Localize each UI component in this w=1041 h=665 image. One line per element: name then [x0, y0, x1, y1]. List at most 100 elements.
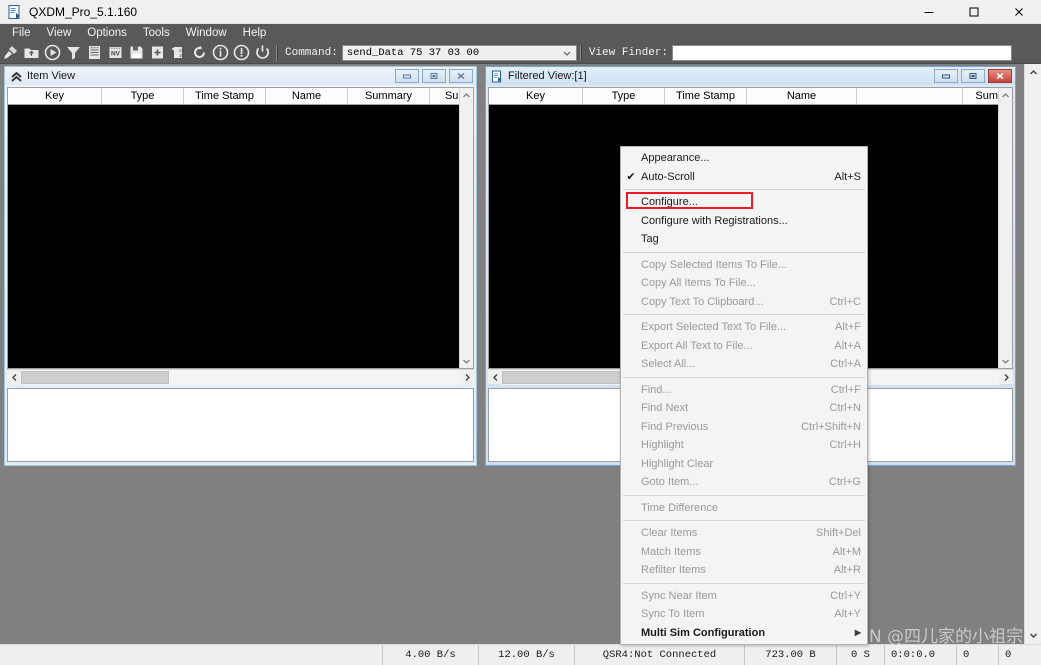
ctx-copy-all-items-to-file-label: Copy All Items To File...	[641, 277, 756, 290]
filtered-view-titlebar[interactable]: Filtered View:[1]	[486, 67, 1015, 85]
minimize-button[interactable]	[906, 0, 951, 24]
load-folder-icon[interactable]	[21, 43, 42, 63]
ctx-copy-text-to-clipboard-accel: Ctrl+C	[829, 295, 861, 308]
main-toolbar: NV 21 10 Command: send_Data 75 37 03 00 …	[0, 42, 1041, 64]
mdi-scroll-down-icon[interactable]	[1025, 627, 1041, 644]
menu-view[interactable]: View	[39, 25, 80, 41]
column-header-subtitle[interactable]: Subl	[430, 88, 459, 104]
add-item-icon[interactable]	[147, 43, 168, 63]
scroll-up-icon[interactable]	[999, 88, 1012, 102]
ctx-export-selected-text-to-file-label: Export Selected Text To File...	[641, 321, 787, 334]
item-view-minimize-button[interactable]	[395, 69, 419, 83]
scroll-down-icon[interactable]	[999, 354, 1012, 368]
ctx-goto-item-label: Goto Item...	[641, 476, 699, 489]
window-titlebar: QXDM_Pro_5.1.160	[0, 0, 1041, 24]
item-view-restore-button[interactable]	[422, 69, 446, 83]
filtered-view-minimize-button[interactable]	[934, 69, 958, 83]
mdi-client-area: Item View Key Type Time Stamp Name Summa…	[0, 64, 1041, 644]
alert-icon[interactable]	[231, 43, 252, 63]
item-list-icon[interactable]	[84, 43, 105, 63]
scroll-right-icon[interactable]	[460, 370, 474, 385]
column-header-time-stamp[interactable]: Time Stamp	[184, 88, 266, 104]
refresh-icon[interactable]	[189, 43, 210, 63]
item-view-rows-area[interactable]	[8, 105, 459, 368]
chevron-down-icon[interactable]	[559, 46, 575, 60]
item-view-window[interactable]: Item View Key Type Time Stamp Name Summa…	[4, 66, 477, 466]
item-view-vscroll-track[interactable]	[460, 102, 473, 354]
ctx-separator-2	[623, 251, 865, 253]
scroll-left-icon[interactable]	[488, 370, 502, 385]
ctx-refilter-items: Refilter Items Alt+R	[621, 561, 867, 580]
ctx-auto-scroll[interactable]: ✔ Auto-Scroll Alt+S	[621, 168, 867, 187]
mdi-scroll-up-icon[interactable]	[1025, 64, 1041, 81]
view-finder-input[interactable]	[672, 44, 1013, 61]
column-header-summary[interactable]: Sum	[963, 88, 998, 104]
mdi-vertical-scrollbar[interactable]	[1024, 64, 1041, 644]
toolbar-separator-2	[579, 44, 582, 61]
filtered-view-close-button[interactable]	[988, 69, 1012, 83]
item-view-detail-pane[interactable]	[7, 388, 474, 462]
column-header-key[interactable]: Key	[489, 88, 583, 104]
item-view-horizontal-scrollbar[interactable]	[7, 369, 474, 385]
filtered-view-window-buttons	[934, 69, 1013, 83]
save-floppy-icon[interactable]	[126, 43, 147, 63]
status-seconds: 0 S	[837, 644, 885, 665]
info-icon[interactable]	[210, 43, 231, 63]
filtered-view-vertical-scrollbar[interactable]	[998, 88, 1012, 368]
column-header-type[interactable]: Type	[583, 88, 665, 104]
filtered-view-context-menu[interactable]: Appearance... ✔ Auto-Scroll Alt+S Config…	[620, 146, 868, 645]
mdi-vscroll-track[interactable]	[1025, 81, 1041, 627]
ctx-time-difference: Time Difference	[621, 499, 867, 518]
scroll-up-icon[interactable]	[460, 88, 473, 102]
filtered-view-restore-button[interactable]	[961, 69, 985, 83]
command-combobox[interactable]: send_Data 75 37 03 00	[341, 44, 577, 61]
column-header-key[interactable]: Key	[8, 88, 102, 104]
scroll-down-icon[interactable]	[460, 354, 473, 368]
item-view-titlebar[interactable]: Item View	[5, 67, 476, 85]
ctx-find-next-label: Find Next	[641, 402, 689, 415]
nv-browser-icon[interactable]: NV	[105, 43, 126, 63]
menu-tools[interactable]: Tools	[135, 25, 178, 41]
maximize-button[interactable]	[951, 0, 996, 24]
scroll-right-icon[interactable]	[999, 370, 1013, 385]
column-header-type[interactable]: Type	[102, 88, 184, 104]
column-header-time-stamp[interactable]: Time Stamp	[665, 88, 747, 104]
ctx-tag[interactable]: Tag	[621, 230, 867, 249]
column-header-summary[interactable]: Summary	[348, 88, 430, 104]
close-button[interactable]	[996, 0, 1041, 24]
filtered-view-hscroll-thumb[interactable]	[502, 370, 620, 384]
item-view-hscroll-track[interactable]	[21, 369, 460, 385]
power-icon[interactable]	[252, 43, 273, 63]
column-header-name[interactable]: Name	[266, 88, 348, 104]
item-view-title: Item View	[27, 70, 76, 82]
ctx-find-label: Find...	[641, 383, 672, 396]
item-view-vertical-scrollbar[interactable]	[459, 88, 473, 368]
ctx-configure-label: Configure...	[641, 196, 698, 209]
ctx-configure[interactable]: Configure...	[621, 193, 867, 212]
ctx-export-all-text-to-file-label: Export All Text to File...	[641, 339, 753, 352]
item-view-grid[interactable]: Key Type Time Stamp Name Summary Subl	[7, 87, 474, 369]
filtered-view-vscroll-track[interactable]	[999, 102, 1012, 354]
item-view-close-button[interactable]	[449, 69, 473, 83]
scroll-left-icon[interactable]	[7, 370, 21, 385]
ctx-find-previous: Find Previous Ctrl+Shift+N	[621, 418, 867, 437]
column-header-spacer[interactable]	[857, 88, 963, 104]
collapse-chevrons-icon[interactable]	[9, 69, 23, 83]
menu-file[interactable]: File	[4, 25, 39, 41]
ctx-multi-sim-configuration[interactable]: Multi Sim Configuration ▶	[621, 624, 867, 643]
ctx-configure-with-registrations[interactable]: Configure with Registrations...	[621, 212, 867, 231]
ctx-clear-items-accel: Shift+Del	[816, 527, 861, 540]
connect-plug-icon[interactable]	[0, 43, 21, 63]
ctx-multi-sim-configuration-label: Multi Sim Configuration	[641, 626, 766, 639]
menu-window[interactable]: Window	[178, 25, 235, 41]
menu-options[interactable]: Options	[79, 25, 135, 41]
play-icon[interactable]	[42, 43, 63, 63]
filter-funnel-icon[interactable]	[63, 43, 84, 63]
column-header-name[interactable]: Name	[747, 88, 857, 104]
menu-help[interactable]: Help	[235, 25, 275, 41]
ctx-separator-5	[623, 494, 865, 496]
command-input[interactable]: send_Data 75 37 03 00	[343, 47, 479, 59]
hex-decimal-convert-icon[interactable]: 21 10	[168, 43, 189, 63]
item-view-hscroll-thumb[interactable]	[21, 370, 169, 384]
ctx-appearance[interactable]: Appearance...	[621, 149, 867, 168]
